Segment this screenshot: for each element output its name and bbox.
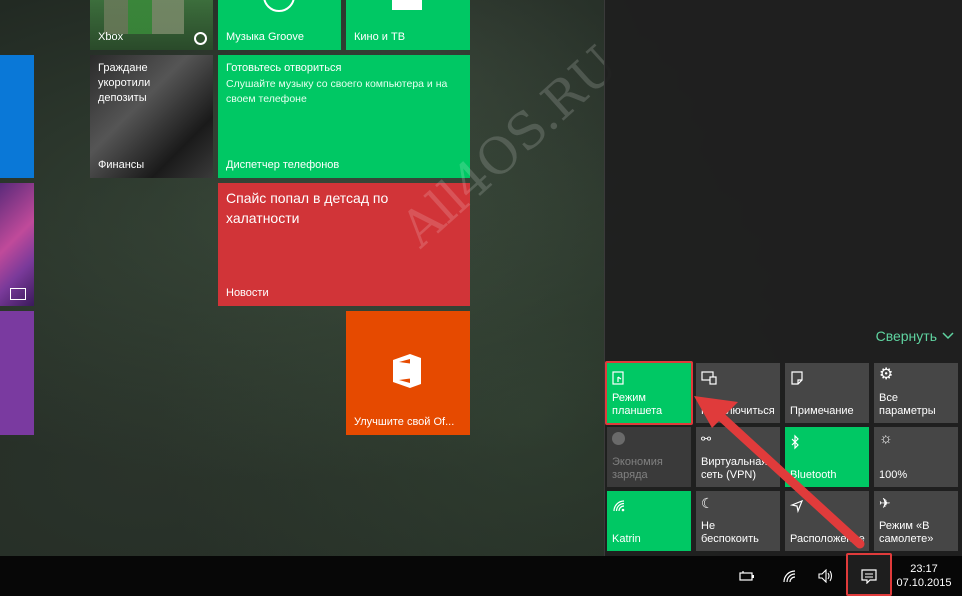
annotation-arrow	[694, 396, 865, 549]
